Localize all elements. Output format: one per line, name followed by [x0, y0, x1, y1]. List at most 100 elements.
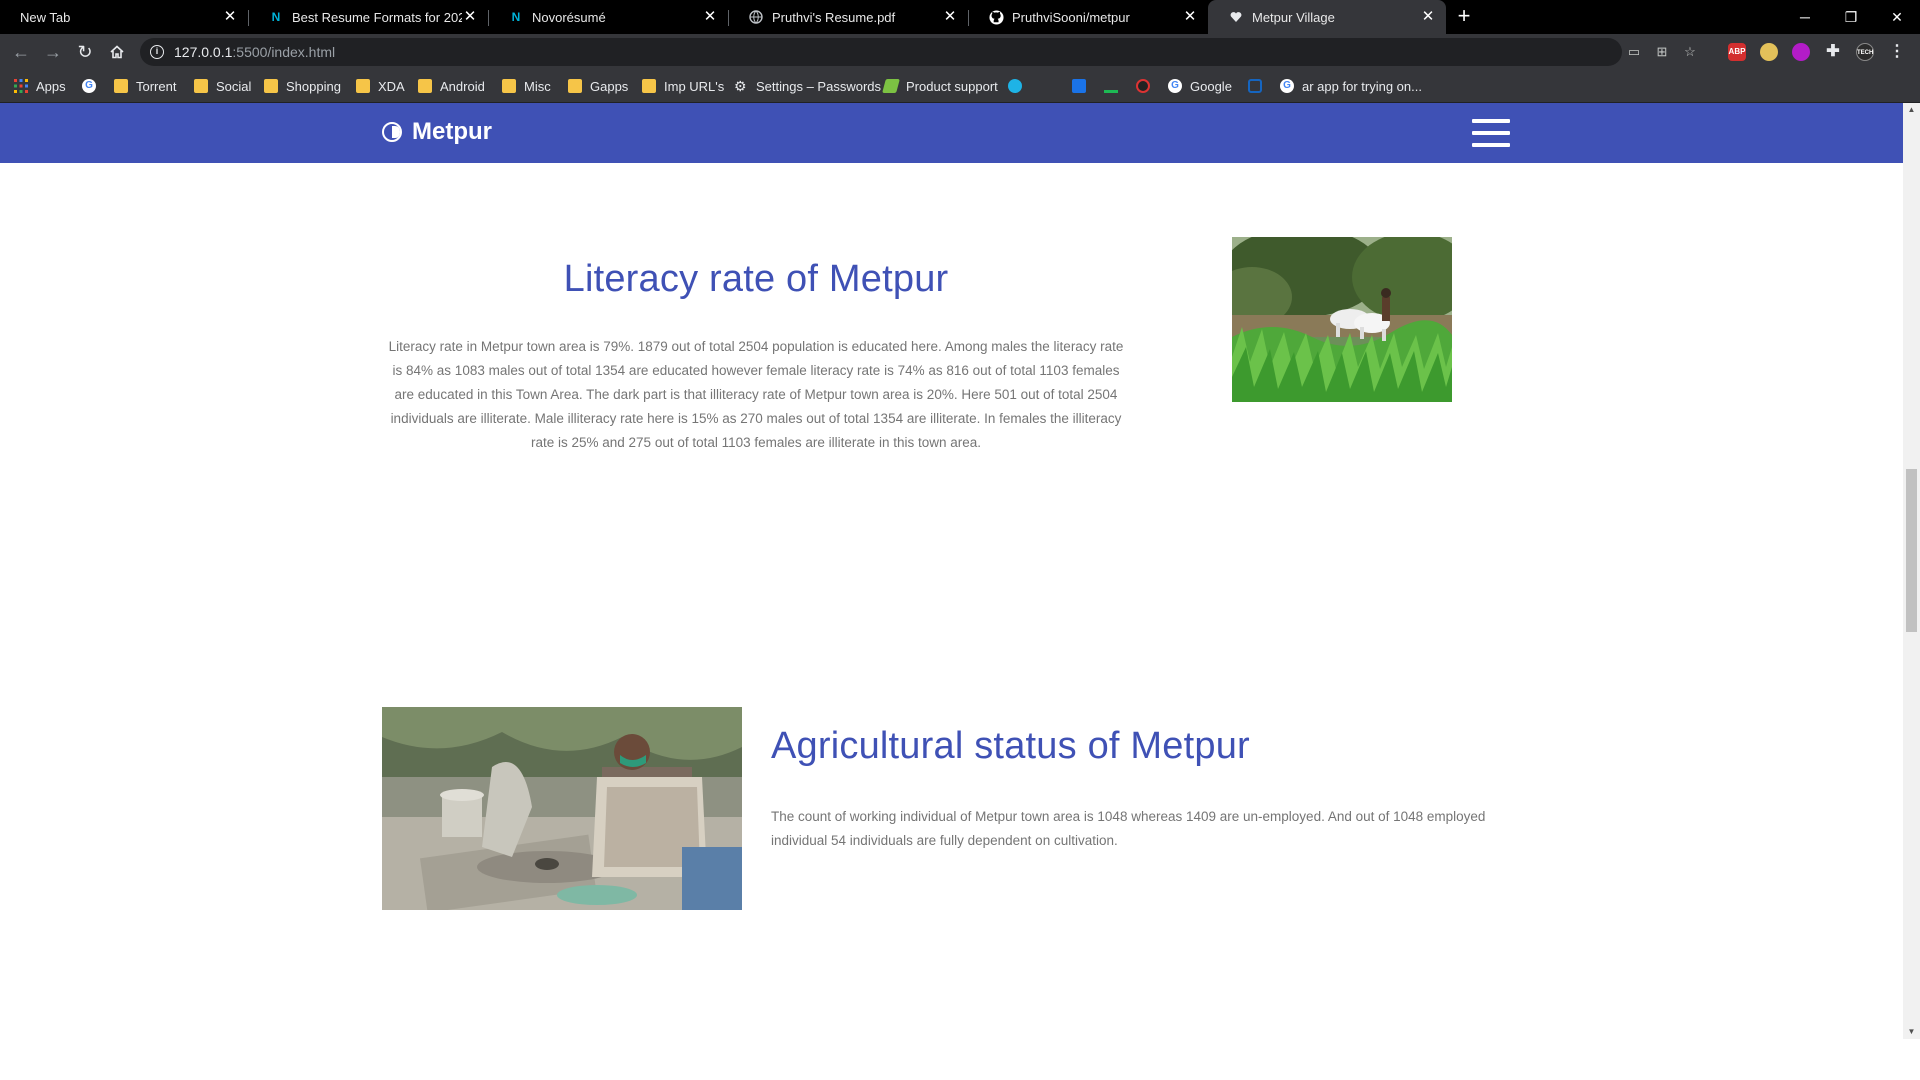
blue-square-icon — [1072, 79, 1086, 93]
scroll-down-arrow-icon[interactable]: ▼ — [1903, 1025, 1920, 1039]
bookmark-folder-xda[interactable]: XDA — [356, 77, 405, 95]
tab-title: Novorésumé — [532, 9, 606, 25]
tab-new-tab[interactable]: New Tab ✕ — [0, 0, 248, 34]
tab-metpur-village[interactable]: Metpur Village ✕ — [1208, 0, 1446, 34]
folder-icon — [642, 79, 656, 93]
dark-square-icon — [1248, 79, 1262, 93]
minimize-icon[interactable]: ─ — [1782, 0, 1828, 34]
extensions-puzzle-icon[interactable]: ✚ — [1824, 43, 1842, 61]
brand-name: Metpur — [412, 118, 492, 145]
bookmark-google[interactable]: G Google — [1168, 77, 1232, 95]
bookmark-label: Settings – Passwords — [756, 78, 882, 94]
bookmark-folder-torrent[interactable]: Torrent — [114, 77, 176, 95]
bookmark-folder-social[interactable]: Social — [194, 77, 251, 95]
folder-icon — [502, 79, 516, 93]
tab-resume-pdf[interactable]: Pruthvi's Resume.pdf ✕ — [728, 0, 968, 34]
bookmark-shortcut-green[interactable] — [1104, 77, 1126, 95]
address-bar[interactable]: i 127.0.0.1:5500/index.html ▭ ⊞ ☆ — [140, 38, 1696, 66]
globe-icon — [748, 9, 764, 25]
bookmark-google-shortcut[interactable]: G — [82, 77, 104, 95]
close-icon[interactable]: ✕ — [1182, 9, 1198, 25]
adblock-plus-icon[interactable]: ABP — [1728, 43, 1746, 61]
google-icon: G — [1280, 79, 1294, 93]
close-icon[interactable]: ✕ — [462, 9, 478, 25]
close-icon[interactable]: ✕ — [942, 9, 958, 25]
bookmark-shortcut-blue[interactable] — [1072, 77, 1094, 95]
tab-title: Metpur Village — [1252, 9, 1335, 25]
bookmark-play-shortcut[interactable] — [1008, 77, 1030, 95]
novoresume-icon: N — [511, 10, 521, 24]
kebab-menu-icon[interactable]: ⋮ — [1888, 43, 1906, 61]
bookmark-label: Google — [1190, 78, 1232, 94]
reload-icon[interactable]: ↻ — [72, 40, 98, 64]
mask-icon — [1136, 79, 1150, 93]
bookmark-label: Product support — [906, 78, 998, 94]
forward-arrow-icon[interactable]: → — [40, 40, 66, 64]
bookmark-folder-shopping[interactable]: Shopping — [264, 77, 341, 95]
bookmark-folder-imp-urls[interactable]: Imp URL's — [642, 77, 724, 95]
site-icon — [1228, 9, 1244, 25]
bookmark-settings-passwords[interactable]: ⚙ Settings – Passwords — [734, 77, 881, 95]
bookmark-shortcut-dark[interactable] — [1248, 77, 1270, 95]
bookmark-label: Apps — [36, 78, 66, 94]
home-icon[interactable] — [104, 40, 130, 64]
tab-best-resume-formats[interactable]: N Best Resume Formats for 2020 [3 ✕ — [248, 0, 488, 34]
url-host: 127.0.0.1 — [174, 44, 233, 60]
tab-title: Best Resume Formats for 2020 [3 — [292, 9, 462, 25]
green-bar-icon — [1104, 79, 1118, 93]
bookmark-apps[interactable]: Apps — [14, 77, 66, 95]
oxen-ploughing-photo — [1232, 237, 1452, 402]
url-path: :5500/index.html — [232, 44, 336, 60]
bookmark-label: Shopping — [286, 78, 341, 94]
new-tab-plus-icon[interactable]: + — [1453, 5, 1475, 28]
close-icon[interactable]: ✕ — [1420, 9, 1436, 25]
back-arrow-icon[interactable]: ← — [8, 40, 34, 64]
info-icon[interactable]: i — [150, 45, 164, 59]
bookmark-label: Android — [440, 78, 485, 94]
cast-icon[interactable]: ▭ — [1626, 45, 1642, 59]
page-scrollbar[interactable]: ▲ ▼ — [1903, 103, 1920, 1039]
literacy-title: Literacy rate of Metpur — [563, 258, 949, 300]
bookmark-label: Gapps — [590, 78, 629, 94]
bookmark-folder-misc[interactable]: Misc — [502, 77, 551, 95]
bookmarks-bar: Apps G Torrent Social Shopping XDA Andro… — [0, 70, 1920, 103]
agriculture-text: The count of working individual of Metpu… — [771, 809, 1486, 848]
window-close-icon[interactable]: ✕ — [1874, 0, 1920, 34]
github-icon — [988, 9, 1004, 25]
extension-coin-icon[interactable] — [1760, 43, 1778, 61]
url-text[interactable]: 127.0.0.1:5500/index.html — [174, 44, 335, 60]
restore-icon[interactable]: ❐ — [1828, 0, 1874, 34]
tab-github-metpur[interactable]: PruthviSooni/metpur ✕ — [968, 0, 1208, 34]
bookmark-label: ar app for trying on... — [1302, 78, 1422, 94]
translate-icon[interactable]: ⊞ — [1654, 45, 1670, 59]
profile-avatar-icon[interactable]: TECH — [1856, 43, 1874, 61]
close-icon[interactable]: ✕ — [702, 9, 718, 25]
tab-novoresume[interactable]: N Novorésumé ✕ — [488, 0, 728, 34]
folder-icon — [418, 79, 432, 93]
bookmark-folder-android[interactable]: Android — [418, 77, 485, 95]
folder-icon — [114, 79, 128, 93]
scrollbar-thumb[interactable] — [1906, 469, 1917, 632]
folder-icon — [264, 79, 278, 93]
site-header: Metpur — [0, 103, 1903, 163]
apps-grid-icon — [14, 79, 28, 93]
hamburger-menu-icon[interactable] — [1472, 119, 1510, 147]
literacy-text: Literacy rate in Metpur town area is 79%… — [388, 339, 1124, 450]
google-icon: G — [82, 79, 96, 93]
bookmark-star-icon[interactable]: ☆ — [1682, 45, 1698, 59]
extension-purple-icon[interactable] — [1792, 43, 1810, 61]
bookmark-label: XDA — [378, 78, 405, 94]
page-viewport: Metpur Literacy rate of Metpur Literacy … — [0, 103, 1903, 1039]
scroll-up-arrow-icon[interactable]: ▲ — [1903, 103, 1920, 117]
bookmark-product-support[interactable]: Product support — [882, 77, 998, 95]
close-icon[interactable]: ✕ — [222, 9, 238, 25]
bookmark-folder-gapps[interactable]: Gapps — [568, 77, 628, 95]
browser-toolbar: ← → ↻ i 127.0.0.1:5500/index.html ▭ ⊞ ☆ … — [0, 34, 1920, 70]
potter-wheel-photo — [382, 707, 742, 910]
tab-strip: New Tab ✕ N Best Resume Formats for 2020… — [0, 0, 1920, 34]
brand-link[interactable]: Metpur — [382, 118, 492, 146]
bookmark-shortcut-mask[interactable] — [1136, 77, 1158, 95]
bookmark-label: Torrent — [136, 78, 177, 94]
bookmark-ar-app[interactable]: G ar app for trying on... — [1280, 77, 1422, 95]
folder-icon — [356, 79, 370, 93]
